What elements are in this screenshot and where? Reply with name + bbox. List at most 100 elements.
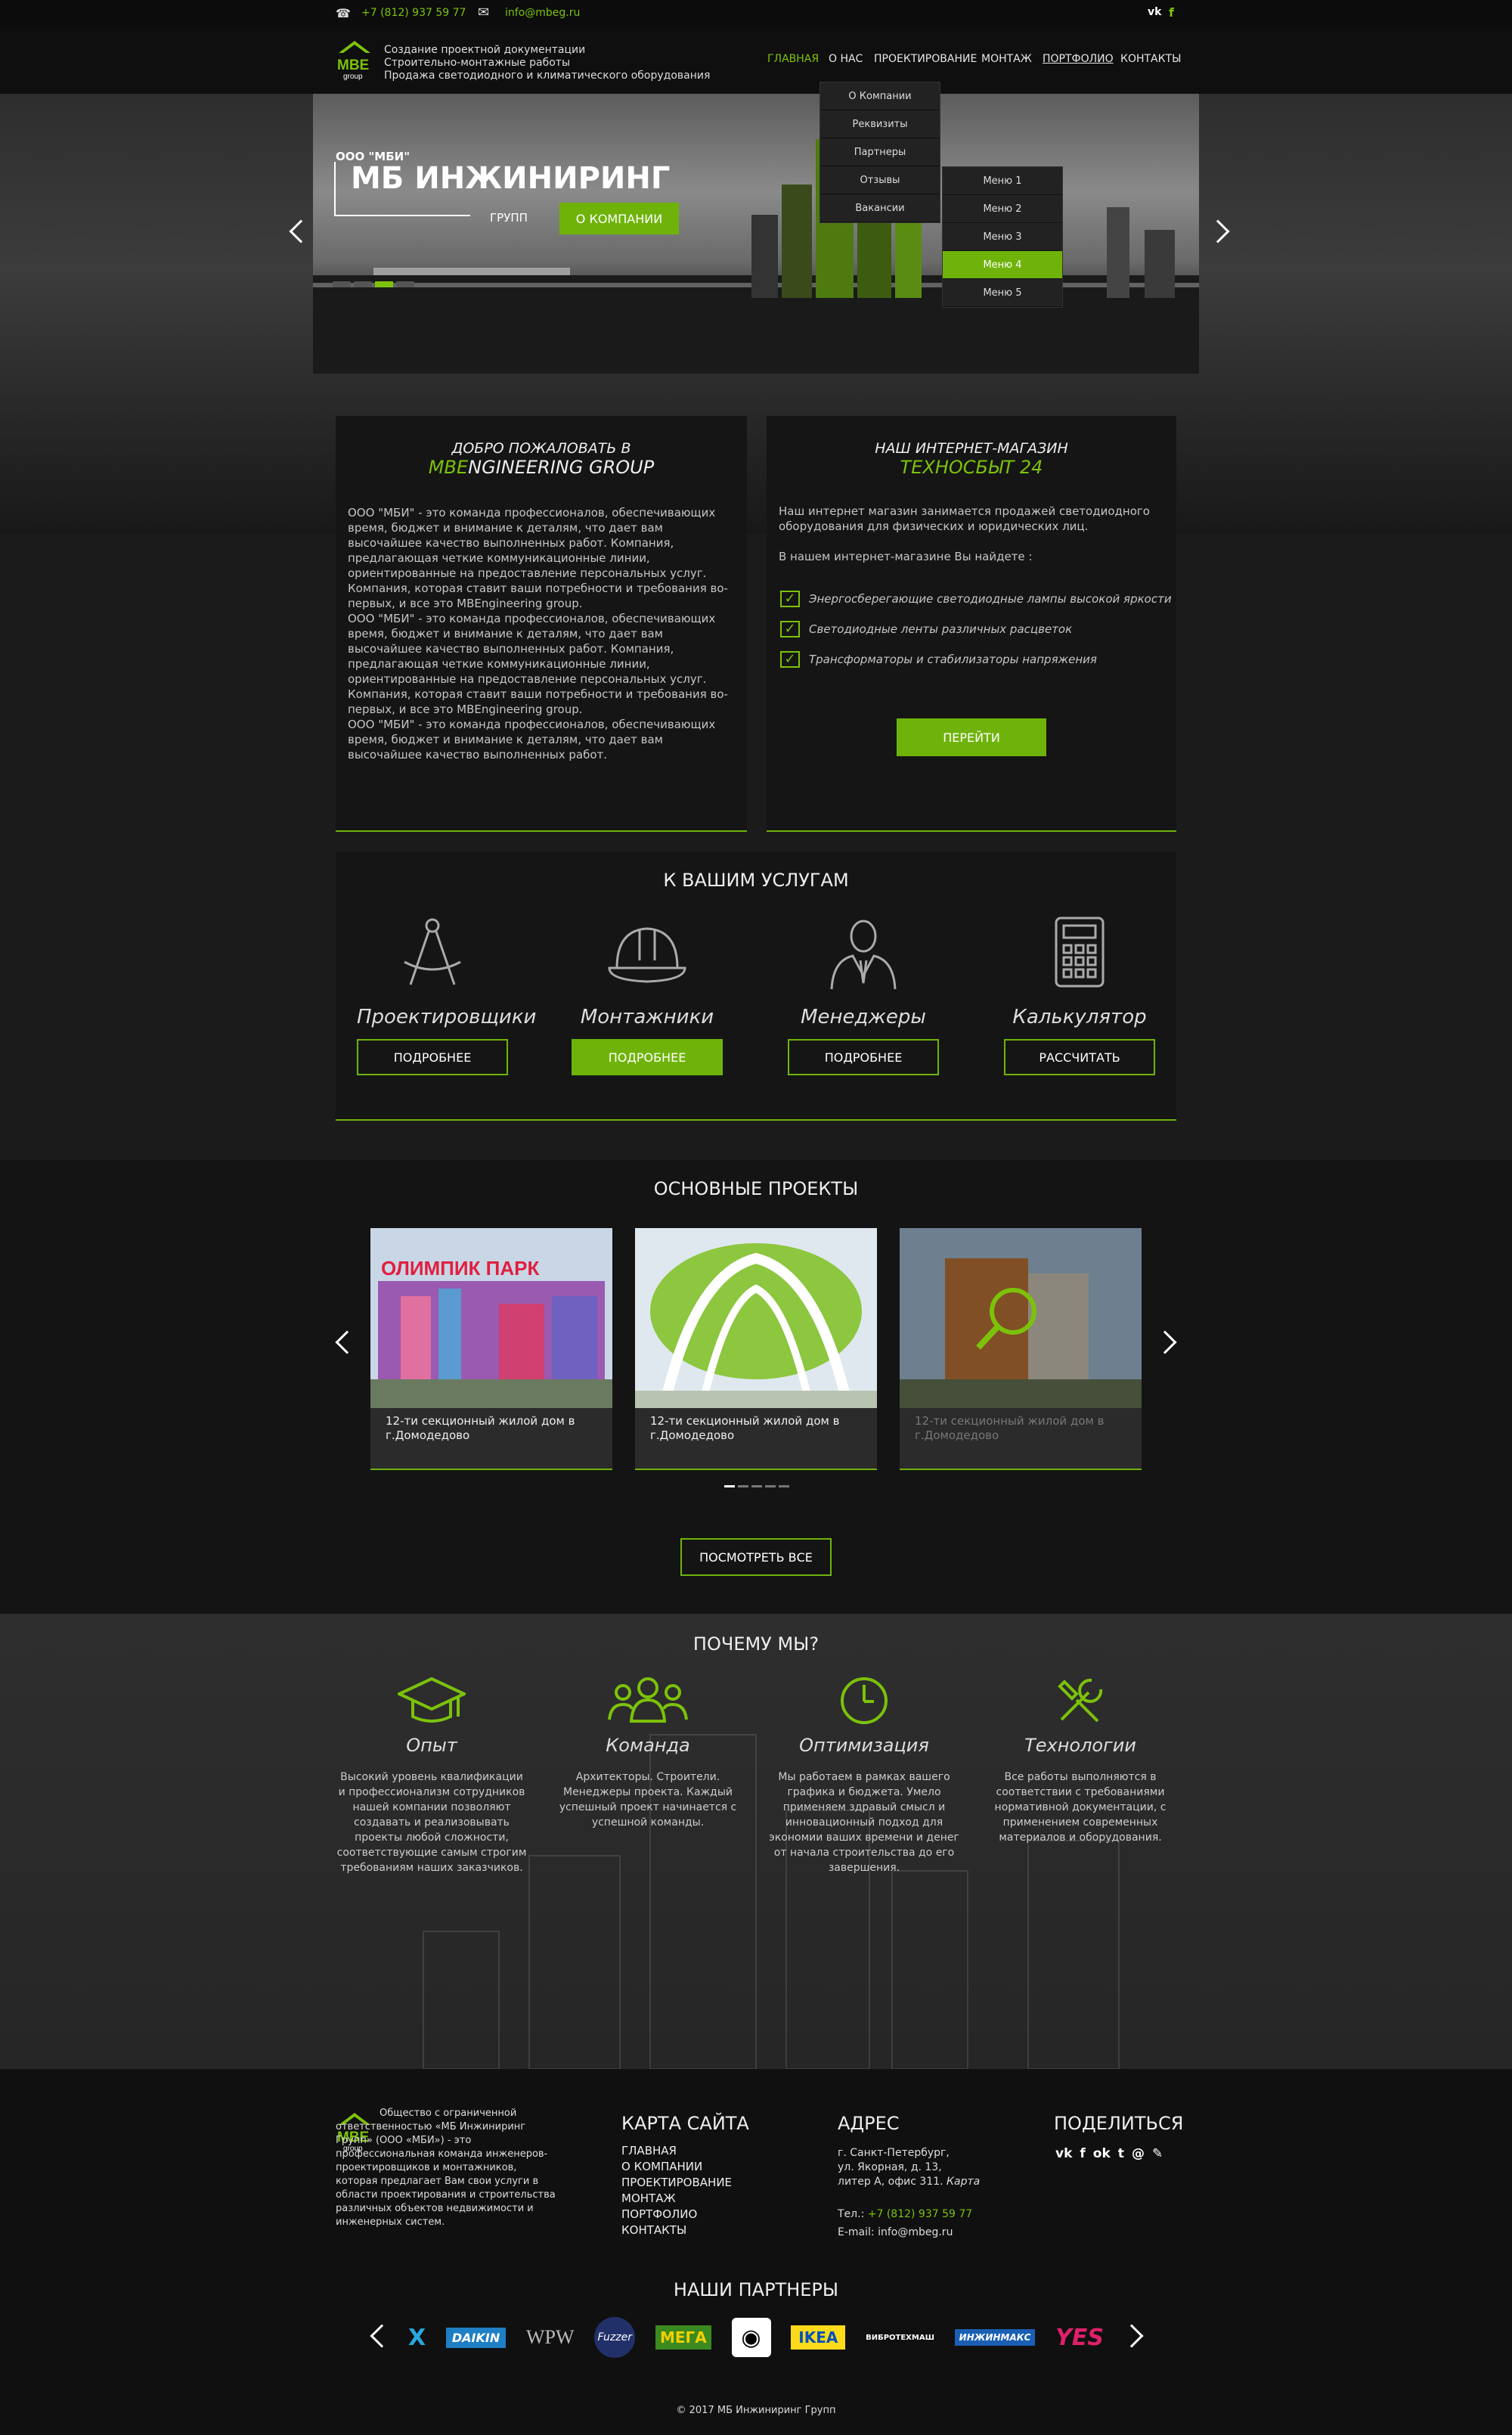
view-all-button[interactable]: ПОСМОТРЕТЬ ВСЕ [680,1538,832,1576]
hero-group: ГРУПП [490,211,528,225]
submenu-item[interactable]: Меню 2 [943,195,1062,223]
service-button[interactable]: ПОДРОБНЕЕ [357,1039,508,1075]
sitemap-list: ГЛАВНАЯ О КОМПАНИИ ПРОЕКТИРОВАНИЕ МОНТАЖ… [621,2143,732,2238]
project-image [635,1228,877,1408]
slider-dot[interactable] [354,281,372,287]
dropdown-item[interactable]: Вакансии [820,194,940,222]
partner-logo[interactable]: IKEA [791,2325,846,2350]
dropdown-item[interactable]: Партнеры [820,138,940,166]
address-title: АДРЕС [838,2113,900,2134]
calculator-icon [1004,912,1155,991]
sitemap-link[interactable]: ПРОЕКТИРОВАНИЕ [621,2175,732,2191]
submenu-item-active[interactable]: Меню 4 [943,251,1062,279]
project-card[interactable]: 12-ти секционный жилой дом в г.Домодедов… [635,1228,877,1470]
service-item: Проектировщики ПОДРОБНЕЕ [357,912,537,1086]
clock-icon [768,1671,960,1727]
header [0,27,1512,94]
partner-logo[interactable]: YES [1055,2325,1104,2351]
mail-share-icon[interactable]: @ [1132,2146,1145,2161]
why-label: Технологии [1024,1735,1136,1756]
slider-dot[interactable] [333,281,351,287]
nav-portfolio[interactable]: ПОРТФОЛИО [1043,53,1114,65]
partner-logo[interactable]: Fuzzer [594,2317,636,2358]
nav-install[interactable]: МОНТАЖ [981,53,1032,65]
logo[interactable]: MBE group [336,38,373,82]
partner-logo-icon[interactable]: ◉ [731,2318,771,2357]
why-text: Высокий уровень квалификации и профессио… [336,1771,527,1874]
project-caption: 12-ти секционный жилой дом в г.Домодедов… [386,1414,575,1442]
dropdown-item[interactable]: О Компании [820,82,940,110]
carousel-dot[interactable] [751,1485,762,1487]
nav-about[interactable]: О НАС [829,53,863,65]
submenu-item[interactable]: Меню 3 [943,223,1062,251]
sitemap-link[interactable]: ГЛАВНАЯ [621,2143,732,2159]
project-card-hover[interactable]: 12-ти секционный жилой дом в г.Домодедов… [900,1228,1142,1470]
slider-dot[interactable] [396,281,414,287]
share-title: ПОДЕЛИТЬСЯ [1054,2113,1184,2134]
submenu-item[interactable]: Меню 5 [943,279,1062,307]
facebook-icon[interactable]: f [1169,5,1174,20]
odnoklassniki-share-icon[interactable]: ok [1093,2146,1111,2161]
why-item: Опыт Высокий уровень квалификации и проф… [336,1671,528,1875]
compass-icon [357,912,508,991]
why-text: Все работы выполняются в соответствии с … [994,1771,1167,1844]
nav-contacts[interactable]: КОНТАКТЫ [1120,53,1181,65]
partner-logo-icon[interactable]: ꓫ [408,2325,426,2351]
footer-phone[interactable]: +7 (812) 937 59 77 [868,2208,972,2220]
tools-icon [984,1671,1176,1727]
service-button[interactable]: ПОДРОБНЕЕ [788,1039,939,1075]
project-image [900,1228,1142,1408]
top-email[interactable]: info@mbeg.ru [505,7,580,19]
submenu-item[interactable]: Меню 1 [943,167,1062,195]
dropdown-item[interactable]: Отзывы [820,166,940,194]
welcome-title-green: MBE [428,457,469,478]
facebook-share-icon[interactable]: f [1080,2146,1085,2161]
shop-go-button[interactable]: ПЕРЕЙТИ [897,718,1046,756]
sitemap-link[interactable]: ПОРТФОЛИО [621,2207,732,2223]
service-button[interactable]: РАССЧИТАТЬ [1004,1039,1155,1075]
partner-logo[interactable]: DAIKIN [445,2327,507,2348]
carousel-dot[interactable] [724,1485,735,1487]
tagline-line: Создание проектной документации [384,44,586,56]
project-image: ОЛИМПИК ПАРК [370,1228,612,1408]
partner-logo[interactable]: МЕГА [655,2325,711,2350]
vk-icon[interactable]: vk [1148,6,1161,18]
shop-title-line1: НАШ ИНТЕРНЕТ-МАГАЗИН [875,440,1068,457]
sitemap-link[interactable]: КОНТАКТЫ [621,2223,732,2238]
partner-logo[interactable]: ВИБРОТЕХМАШ [866,2334,934,2342]
shop-title-green: ТЕХНОСБЫТ 24 [900,457,1043,478]
vk-share-icon[interactable]: vk [1055,2146,1072,2161]
footer-email[interactable]: info@mbeg.ru [878,2226,953,2238]
top-bar: ☎ +7 (812) 937 59 77 ✉ info@mbeg.ru vk f [0,0,1512,27]
copyright: © 2017 МБ Инжиниринг Групп [676,2405,836,2416]
phone-icon: ☎ [336,6,351,20]
carousel-dot[interactable] [738,1485,748,1487]
why-item: Команда Архитекторы. Строители. Менеджер… [552,1671,744,1830]
top-phone[interactable]: +7 (812) 937 59 77 [361,7,466,19]
sitemap-title: КАРТА САЙТА [621,2113,749,2134]
livejournal-share-icon[interactable]: ✎ [1152,2146,1163,2161]
nav-home[interactable]: ГЛАВНАЯ [767,53,819,65]
service-label: Проектировщики [357,1006,537,1028]
welcome-panel: ДОБРО ПОЖАЛОВАТЬ В MBENGINEERING GROUP О… [336,416,747,832]
address-line: литер А, офис 311. [838,2176,943,2188]
project-card[interactable]: ОЛИМПИК ПАРК 12-ти секционный жилой дом … [370,1228,612,1470]
partner-logo[interactable]: ИНЖИНМАКС [954,2329,1036,2346]
carousel-dot[interactable] [765,1485,776,1487]
about-company-button[interactable]: О КОМПАНИИ [559,203,679,234]
carousel-dot[interactable] [779,1485,789,1487]
twitter-share-icon[interactable]: t [1118,2146,1124,2161]
nav-design[interactable]: ПРОЕКТИРОВАНИЕ [874,53,977,65]
hero-title: МБ ИНЖИНИРИНГ [351,161,671,196]
shop-list-item: ✓ Энергосберегающие светодиодные лампы в… [780,584,1172,614]
check-icon: ✓ [780,591,800,607]
dropdown-item[interactable]: Реквизиты [820,110,940,138]
project-sign: ОЛИМПИК ПАРК [381,1257,539,1280]
sitemap-link[interactable]: О КОМПАНИИ [621,2159,732,2175]
service-button[interactable]: ПОДРОБНЕЕ [572,1039,723,1075]
slider-dot[interactable] [375,281,393,287]
partner-logo[interactable]: WPW [526,2326,575,2349]
mail-icon: ✉ [478,5,490,20]
sitemap-link[interactable]: МОНТАЖ [621,2191,732,2207]
map-link[interactable]: Карта [947,2176,980,2188]
